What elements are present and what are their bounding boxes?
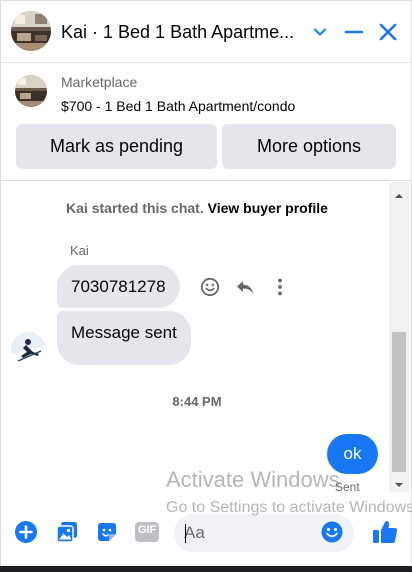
listing-source-label: Marketplace xyxy=(61,74,138,90)
sender-avatar[interactable] xyxy=(11,332,46,367)
conversation-avatar[interactable] xyxy=(11,11,51,51)
activate-windows-watermark-subtitle: Go to Settings to activate Windows. xyxy=(166,499,412,516)
activate-windows-watermark-title: Activate Windows xyxy=(166,467,340,492)
chat-started-text: Kai started this chat. xyxy=(66,200,204,216)
message-input[interactable] xyxy=(184,514,324,552)
close-icon[interactable] xyxy=(375,19,401,45)
sticker-icon[interactable] xyxy=(94,519,120,545)
listing-thumbnail[interactable] xyxy=(15,75,47,107)
sender-name: Kai xyxy=(70,243,89,258)
message-scrollbar[interactable] xyxy=(389,182,409,492)
gif-label: GIF xyxy=(137,524,157,536)
listing-title[interactable]: $700 - 1 Bed 1 Bath Apartment/condo xyxy=(61,98,295,114)
emoji-icon[interactable] xyxy=(320,520,346,546)
gif-icon[interactable]: GIF xyxy=(133,519,161,545)
scroll-up-arrow-icon[interactable] xyxy=(394,188,404,198)
chat-started-notice: Kai started this chat. View buyer profil… xyxy=(1,200,393,216)
incoming-message-bubble[interactable]: Message sent xyxy=(57,311,191,365)
message-text: Message sent xyxy=(71,323,177,342)
message-timestamp: 8:44 PM xyxy=(172,394,222,409)
reply-icon[interactable] xyxy=(234,276,256,298)
more-actions-icon[interactable] xyxy=(269,276,291,298)
chat-window: Kai · 1 Bed 1 Bath Apartme... Marketplac… xyxy=(0,0,412,572)
message-text: ok xyxy=(343,444,362,463)
thumbs-up-icon[interactable] xyxy=(370,517,400,547)
react-emoji-icon[interactable] xyxy=(199,276,221,298)
chat-header: Kai · 1 Bed 1 Bath Apartme... xyxy=(1,1,411,63)
photo-icon[interactable] xyxy=(54,519,80,545)
message-thread[interactable]: Kai started this chat. View buyer profil… xyxy=(1,182,411,492)
chevron-down-icon[interactable] xyxy=(307,19,333,45)
message-text: 7030781278 xyxy=(71,276,166,296)
scrollbar-thumb[interactable] xyxy=(392,332,406,472)
conversation-title[interactable]: Kai · 1 Bed 1 Bath Apartme... xyxy=(61,22,301,43)
more-options-button[interactable]: More options xyxy=(222,124,396,169)
incoming-message-bubble[interactable]: 7030781278 xyxy=(57,265,180,308)
minimize-icon[interactable] xyxy=(341,19,367,45)
message-input-container[interactable] xyxy=(174,514,354,552)
plus-circle-icon[interactable] xyxy=(13,519,39,545)
scroll-down-arrow-icon[interactable] xyxy=(394,477,404,487)
taskbar-edge xyxy=(0,566,412,572)
marketplace-listing-panel: Marketplace $700 - 1 Bed 1 Bath Apartmen… xyxy=(1,63,411,181)
mark-as-pending-button[interactable]: Mark as pending xyxy=(16,124,217,169)
view-buyer-profile-link[interactable]: View buyer profile xyxy=(208,200,328,216)
text-cursor xyxy=(185,524,186,543)
